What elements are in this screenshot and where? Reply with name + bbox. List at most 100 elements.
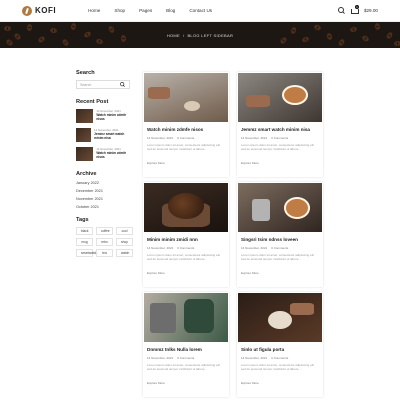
post-image[interactable] [144,293,228,342]
explore-more-link[interactable]: Explore More [237,161,263,165]
post-comments[interactable]: 0 Comments [271,246,288,250]
tag[interactable]: mug [76,238,93,246]
archive-link[interactable]: December 2021 [76,189,134,193]
sidebar: Search Search Recent Post 14 November, 2… [76,70,134,257]
post-date: 14 November, 2021 [241,356,268,360]
post-comments[interactable]: 0 Comments [271,136,288,140]
blog-card: Minim minim zmidi nnn 14 November, 2021 0… [143,182,229,287]
recent-post[interactable]: 14 November, 2021 Jemmz smart watch mini… [76,128,134,142]
post-title[interactable]: Jemmz smart watch minim nisa [237,127,323,132]
post-title[interactable]: Watch minim zdmfe nisos [143,127,229,132]
explore-more-link[interactable]: Explore More [237,271,263,275]
post-image[interactable] [144,73,228,122]
breadcrumb-current: BLOG LEFT SIDEBAR [187,32,234,38]
post-excerpt: Lorem ipsum dolor sit amet, consectetur … [241,253,314,261]
post-title[interactable]: Dnmmz tnlks Nulla lorem [143,347,229,352]
post-comments[interactable]: 0 Comments [177,246,194,250]
post-excerpt: Lorem ipsum dolor sit amet, consectetur … [147,143,220,151]
post-comments[interactable]: 0 Comments [177,356,194,360]
nav-contact[interactable]: Contact Us [189,8,212,13]
nav-pages[interactable]: Pages [139,8,152,13]
archive-link[interactable]: November 2021 [76,197,134,201]
search-icon[interactable] [337,7,345,14]
tag[interactable]: black [76,227,93,235]
search-icon[interactable] [120,82,125,87]
post-title[interactable]: Singsri tsim ndnss loveen [237,237,323,242]
search-heading: Search [76,70,95,76]
post-excerpt: Lorem ipsum dolor sit amet, consectetur … [147,363,220,371]
explore-more-link[interactable]: Explore More [237,381,263,385]
post-date: 14 November, 2021 [241,246,268,250]
recent-post[interactable]: 14 November, 2021 Watch minim zdmfe niso… [76,147,134,161]
post-meta: 14 November, 2021 0 Comments [237,356,323,360]
blog-card: Jemmz smart watch minim nisa 14 November… [237,72,323,177]
recent-post-title[interactable]: Jemmz smart watch minim nisa [94,132,134,140]
post-date: 14 November, 2021 [147,136,174,140]
post-meta: 14 November, 2021 0 Comments [143,356,229,360]
site-header: KOFI Home Shop Pages Blog Contact Us 1 $… [0,0,400,77]
recent-post-thumbnail[interactable] [76,109,94,123]
post-excerpt: Lorem ipsum dolor sit amet, consectetur … [241,143,314,151]
recent-post-title[interactable]: Watch minim zdmfe nisos [96,151,134,159]
post-date: 14 November, 2021 [147,356,174,360]
explore-more-link[interactable]: Explore More [143,381,169,385]
page-banner: HOME / BLOG LEFT SIDEBAR [0,22,400,48]
tag[interactable]: tea [96,249,113,257]
blog-card: Sinlo ut figula porta 14 November, 2021 0… [237,292,323,397]
archive-link[interactable]: October 2021 [76,205,134,209]
nav-shop[interactable]: Shop [114,8,125,13]
cart-total[interactable]: $29.00 [364,8,378,13]
breadcrumb: HOME / BLOG LEFT SIDEBAR [0,22,400,48]
post-title[interactable]: Sinlo ut figula porta [237,347,323,352]
header-actions: 1 $29.00 [143,5,378,77]
coffee-bean-icon [22,5,32,16]
post-image[interactable] [144,183,228,232]
post-date: 14 November, 2021 [147,246,174,250]
blog-card: Singsri tsim ndnss loveen 14 November, 2… [237,182,323,287]
archive-link[interactable]: January 2022 [76,181,134,185]
tag-cloud: black coffee cool mug retro shop smartwa… [76,227,134,257]
post-date: 14 November, 2021 [241,136,268,140]
post-meta: 14 November, 2021 0 Comments [237,246,323,250]
post-meta: 14 November, 2021 0 Comments [237,136,323,140]
post-comments[interactable]: 0 Comments [271,356,288,360]
post-title[interactable]: Minim minim zmidi nnn [143,237,229,242]
recent-post[interactable]: 14 November, 2021 Watch minim zdmfe niso… [76,109,134,123]
tag[interactable]: cool [116,227,133,235]
cart-icon[interactable]: 1 [350,5,359,14]
logo[interactable]: KOFI [22,5,57,16]
archive-list: January 2022 December 2021 November 2021… [76,181,134,209]
explore-more-link[interactable]: Explore More [143,271,169,275]
search-placeholder: Search [80,82,92,87]
tag[interactable]: shop [116,238,133,246]
search-input[interactable]: Search [76,80,130,89]
recent-heading: Recent Post [76,99,109,105]
blog-card: Watch minim zdmfe nisos 14 November, 202… [143,72,229,177]
cart-count: 1 [354,5,359,9]
post-excerpt: Lorem ipsum dolor sit amet, consectetur … [147,253,220,261]
post-image[interactable] [238,73,322,122]
breadcrumb-separator: / [183,32,185,38]
post-meta: 14 November, 2021 0 Comments [143,246,229,250]
tags-heading: Tags [76,217,89,223]
post-image[interactable] [238,183,322,232]
archive-heading: Archive [76,171,97,177]
logo-text: KOFI [35,6,57,15]
blog-card: Dnmmz tnlks Nulla lorem 14 November, 202… [143,292,229,397]
nav-blog[interactable]: Blog [166,8,175,13]
recent-post-thumbnail[interactable] [76,147,94,161]
post-comments[interactable]: 0 Comments [177,136,194,140]
tag[interactable]: watch [116,249,133,257]
explore-more-link[interactable]: Explore More [143,161,169,165]
post-excerpt: Lorem ipsum dolor sit amet, consectetur … [241,363,314,371]
post-image[interactable] [238,293,322,342]
nav-home[interactable]: Home [88,8,100,13]
main-nav: Home Shop Pages Blog Contact Us [88,8,212,13]
tag[interactable]: smartwatch [76,249,97,257]
tag[interactable]: retro [96,238,113,246]
tag[interactable]: coffee [96,227,113,235]
post-meta: 14 November, 2021 0 Comments [143,136,229,140]
recent-post-title[interactable]: Watch minim zdmfe nisos [96,113,134,121]
breadcrumb-home[interactable]: HOME [167,33,180,38]
recent-post-thumbnail[interactable] [76,128,92,142]
